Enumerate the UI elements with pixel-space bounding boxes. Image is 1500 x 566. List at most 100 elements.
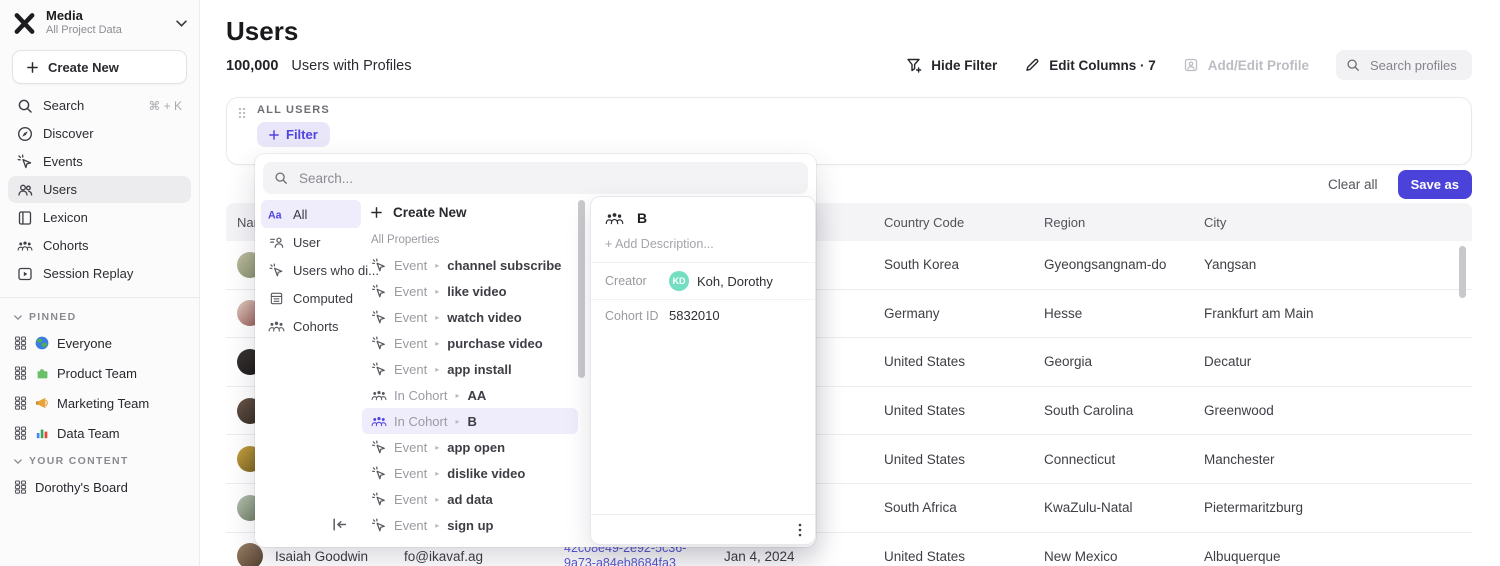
cohort-id-row: Cohort ID 5832010 bbox=[591, 299, 815, 331]
board-label: Dorothy's Board bbox=[35, 480, 128, 495]
dropdown-property-item[interactable]: Event ▸ watch video bbox=[362, 304, 578, 330]
dropdown-property-item[interactable]: Event ▸ purchase video bbox=[362, 330, 578, 356]
hide-filter-button[interactable]: Hide Filter bbox=[906, 57, 997, 73]
dropdown-search-input[interactable] bbox=[297, 170, 797, 187]
your-content-board-item[interactable]: Dorothy's Board bbox=[0, 472, 199, 502]
profile-badge-icon bbox=[1183, 57, 1199, 73]
property-category: In Cohort bbox=[394, 388, 447, 403]
save-as-button[interactable]: Save as bbox=[1398, 170, 1472, 199]
collapse-panel-icon[interactable] bbox=[331, 517, 348, 532]
category-label: Cohorts bbox=[293, 319, 339, 334]
dropdown-scrollbar[interactable] bbox=[578, 200, 585, 378]
sidebar-nav-item[interactable]: Cohorts bbox=[8, 232, 191, 259]
add-description-button[interactable]: + Add Description... bbox=[591, 233, 815, 263]
dropdown-category[interactable]: Cohorts bbox=[261, 312, 361, 340]
dropdown-property-item[interactable]: In Cohort ▸ B bbox=[362, 408, 578, 434]
add-edit-profile-button[interactable]: Add/Edit Profile bbox=[1183, 57, 1309, 73]
table-scrollbar[interactable] bbox=[1459, 246, 1466, 298]
computed-icon bbox=[268, 291, 285, 306]
sidebar-nav-item[interactable]: Users bbox=[8, 176, 191, 203]
nav-item-label: Lexicon bbox=[43, 210, 88, 225]
discover-icon bbox=[17, 126, 33, 142]
dropdown-create-new-button[interactable]: Create New bbox=[362, 198, 578, 226]
cohort-id-label: Cohort ID bbox=[605, 309, 669, 323]
dropdown-property-item[interactable]: Event ▸ ad data bbox=[362, 486, 578, 512]
property-category: Event bbox=[394, 492, 427, 507]
drag-handle-icon[interactable] bbox=[238, 107, 246, 119]
edit-columns-button[interactable]: Edit Columns · 7 bbox=[1024, 57, 1156, 73]
events-icon bbox=[371, 336, 387, 351]
search-icon bbox=[17, 98, 33, 114]
board-icon bbox=[14, 336, 27, 350]
column-header-region[interactable]: Region bbox=[1033, 215, 1193, 230]
funnel-icon bbox=[906, 57, 922, 73]
chevron-right-icon: ▸ bbox=[435, 495, 439, 504]
sidebar-nav-item[interactable]: Discover bbox=[8, 120, 191, 147]
sidebar-nav-item[interactable]: Session Replay bbox=[8, 260, 191, 287]
project-switcher[interactable]: Media All Project Data bbox=[0, 0, 199, 42]
sidebar-nav-item[interactable]: Events bbox=[8, 148, 191, 175]
dropdown-property-item[interactable]: In Cohort ▸ AA bbox=[362, 382, 578, 408]
pinned-board-item[interactable]: Product Team bbox=[0, 358, 199, 388]
sidebar-nav-item[interactable]: Lexicon bbox=[8, 204, 191, 231]
dropdown-property-item[interactable]: Event ▸ sign up bbox=[362, 512, 578, 538]
pinned-section-header[interactable]: PINNED bbox=[0, 304, 199, 328]
category-label: User bbox=[293, 235, 320, 250]
avatar bbox=[237, 543, 263, 566]
app-logo-icon bbox=[12, 11, 37, 36]
aa-icon: Aa bbox=[268, 207, 285, 222]
user-city: Greenwood bbox=[1193, 403, 1472, 418]
create-new-button[interactable]: Create New bbox=[12, 50, 187, 84]
pinned-board-item[interactable]: Everyone bbox=[0, 328, 199, 358]
more-options-icon[interactable] bbox=[798, 523, 802, 537]
pinned-board-item[interactable]: Marketing Team bbox=[0, 388, 199, 418]
chevron-right-icon: ▸ bbox=[455, 391, 459, 400]
nav-item-label: Users bbox=[43, 182, 77, 197]
search-icon bbox=[1346, 58, 1360, 72]
cohorts-icon bbox=[605, 211, 624, 226]
board-icon bbox=[14, 426, 27, 440]
search-profiles-input[interactable] bbox=[1368, 57, 1462, 74]
board-icon bbox=[14, 396, 27, 410]
dropdown-categories: Aa All User Users who di... Computed bbox=[261, 200, 361, 340]
dropdown-category[interactable]: Aa All bbox=[261, 200, 361, 228]
events-icon bbox=[371, 440, 387, 455]
your-content-section-header[interactable]: YOUR CONTENT bbox=[0, 448, 199, 472]
property-name: ad data bbox=[447, 492, 493, 507]
dropdown-property-item[interactable]: Event ▸ channel subscribe bbox=[362, 252, 578, 278]
dropdown-property-item[interactable]: Event ▸ dislike video bbox=[362, 460, 578, 486]
dropdown-search-box[interactable] bbox=[263, 162, 808, 194]
sidebar-nav: Search ⌘ + K Discover Events U bbox=[0, 92, 199, 287]
nav-item-label: Search bbox=[43, 98, 84, 113]
user-country: South Africa bbox=[873, 500, 1033, 515]
puzzle-icon bbox=[35, 366, 49, 380]
dropdown-category[interactable]: Computed bbox=[261, 284, 361, 312]
toolbar: Hide Filter Edit Columns · 7 Add/Edit Pr… bbox=[906, 50, 1472, 80]
user-icon bbox=[268, 235, 285, 250]
category-label: All bbox=[293, 207, 307, 222]
pinned-board-item[interactable]: Data Team bbox=[0, 418, 199, 448]
user-country: Germany bbox=[873, 306, 1033, 321]
your-content-boards: Dorothy's Board bbox=[0, 472, 199, 502]
dropdown-property-item[interactable]: Event ▸ app open bbox=[362, 434, 578, 460]
megaphone-icon bbox=[35, 396, 49, 410]
events-icon bbox=[371, 492, 387, 507]
property-category: Event bbox=[394, 284, 427, 299]
dropdown-property-item[interactable]: Event ▸ like video bbox=[362, 278, 578, 304]
creator-row: Creator KD Koh, Dorothy bbox=[591, 263, 815, 299]
sidebar-nav-item[interactable]: Search ⌘ + K bbox=[8, 92, 191, 119]
clear-all-button[interactable]: Clear all bbox=[1322, 172, 1384, 197]
cohorts-icon bbox=[17, 238, 33, 254]
dropdown-category[interactable]: User bbox=[261, 228, 361, 256]
search-icon bbox=[274, 171, 288, 185]
dropdown-property-item[interactable]: Event ▸ app install bbox=[362, 356, 578, 382]
create-new-label: Create New bbox=[48, 60, 119, 75]
creator-name: Koh, Dorothy bbox=[697, 274, 773, 289]
column-header-city[interactable]: City bbox=[1193, 215, 1472, 230]
column-header-country-code[interactable]: Country Code bbox=[873, 215, 1033, 230]
search-profiles-box[interactable] bbox=[1336, 50, 1472, 80]
dropdown-category[interactable]: Users who di... bbox=[261, 256, 361, 284]
chevron-right-icon: ▸ bbox=[435, 365, 439, 374]
add-filter-button[interactable]: Filter bbox=[257, 122, 330, 147]
pencil-icon bbox=[1024, 57, 1040, 73]
